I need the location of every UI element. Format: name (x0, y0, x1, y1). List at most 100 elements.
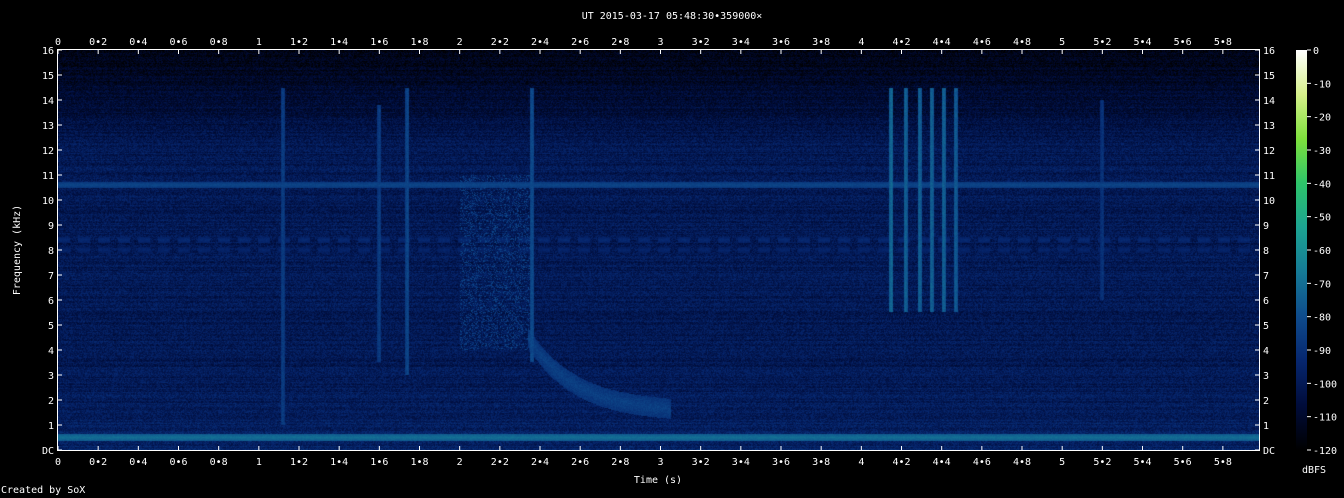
x-tick-label-top: 5 (1059, 37, 1065, 48)
colorbar-gradient (1296, 50, 1307, 450)
colorbar-tick-label: -110 (1313, 413, 1337, 424)
colorbar-ticks: 0 -10 -20 -30 -40 -50 -60 -70 -80 -90 -100 -110 -120 (1307, 46, 1337, 457)
y-tick-label: 1 (48, 421, 54, 432)
y-tick-label-right: 4 (1263, 346, 1269, 357)
y-tick-label: 15 (42, 71, 54, 82)
y-tick-label-right: DC (1263, 446, 1275, 457)
spectrogram-image (58, 50, 1259, 450)
x-tick-label: 1•2 (290, 457, 308, 468)
x-tick-label: 3 (657, 457, 663, 468)
x-tick-label: 4•4 (933, 457, 951, 468)
x-tick-label: 1 (256, 457, 262, 468)
x-tick-label: 1•4 (330, 457, 348, 468)
y-tick-label-right: 9 (1263, 221, 1269, 232)
x-tick-label: 5•6 (1174, 457, 1192, 468)
chart-title: UT 2015-03-17 05:48:30•359000× (582, 11, 763, 22)
colorbar-tick-label: -30 (1313, 146, 1331, 157)
y-tick-label: 9 (48, 221, 54, 232)
x-tick-label: 4•6 (973, 457, 991, 468)
y-tick-label-right: 1 (1263, 421, 1269, 432)
colorbar-tick-label: -70 (1313, 279, 1331, 290)
y-tick-label: 10 (42, 196, 54, 207)
colorbar-tick-label: -120 (1313, 446, 1337, 457)
x-tick-label-top: 0 (55, 37, 61, 48)
x-tick-label-top: 2•4 (531, 37, 549, 48)
x-tick-label-top: 4•4 (933, 37, 951, 48)
x-tick-label-top: 5•2 (1093, 37, 1111, 48)
colorbar-tick-label: -40 (1313, 179, 1331, 190)
y-tick-label-right: 6 (1263, 296, 1269, 307)
y-tick-label-right: 15 (1263, 71, 1275, 82)
x-tick-label: 0 (55, 457, 61, 468)
x-tick-label-top: 4 (858, 37, 864, 48)
x-tick-label-top: 2•8 (611, 37, 629, 48)
x-tick-label: 3•8 (812, 457, 830, 468)
x-tick-label: 3•2 (692, 457, 710, 468)
colorbar-tick-label: -20 (1313, 113, 1331, 124)
y-tick-label: 14 (42, 96, 54, 107)
x-tick-label: 5•2 (1093, 457, 1111, 468)
x-tick-label-top: 3•4 (732, 37, 750, 48)
x-tick-label: 1•8 (410, 457, 428, 468)
x-tick-label-top: 3•6 (772, 37, 790, 48)
y-tick-label: 7 (48, 271, 54, 282)
x-tick-label-top: 0•6 (169, 37, 187, 48)
colorbar-unit: dBFS (1302, 465, 1326, 476)
x-tick-label-top: 1•4 (330, 37, 348, 48)
x-tick-label: 0•4 (129, 457, 147, 468)
x-tick-label: 3•4 (732, 457, 750, 468)
y-tick-label: 2 (48, 396, 54, 407)
x-tick-label-top: 0•8 (210, 37, 228, 48)
y-tick-label: 3 (48, 371, 54, 382)
y-tick-label-right: 3 (1263, 371, 1269, 382)
y-axis-label: Frequency (kHz) (12, 205, 23, 295)
x-tick-label: 4 (858, 457, 864, 468)
sox-credit: Created by SoX (1, 485, 86, 496)
x-tick-label-top: 2•2 (491, 37, 509, 48)
colorbar-tick-label: -50 (1313, 213, 1331, 224)
x-tick-label-top: 3 (657, 37, 663, 48)
colorbar-tick-label: -10 (1313, 79, 1331, 90)
x-tick-label-top: 5•8 (1214, 37, 1232, 48)
x-tick-label: 4•2 (892, 457, 910, 468)
y-tick-label-right: 2 (1263, 396, 1269, 407)
y-tick-label-right: 5 (1263, 321, 1269, 332)
x-tick-label-top: 0•2 (89, 37, 107, 48)
y-tick-label: DC (42, 446, 54, 457)
x-tick-label: 4•8 (1013, 457, 1031, 468)
y-tick-label: 6 (48, 296, 54, 307)
x-tick-label: 0•6 (169, 457, 187, 468)
colorbar-tick-label: -60 (1313, 246, 1331, 257)
x-tick-label: 5 (1059, 457, 1065, 468)
x-tick-label-top: 5•4 (1133, 37, 1151, 48)
y-tick-label-right: 10 (1263, 196, 1275, 207)
x-tick-label: 2•4 (531, 457, 549, 468)
x-tick-label: 3•6 (772, 457, 790, 468)
x-tick-label-top: 0•4 (129, 37, 147, 48)
x-tick-label: 0•2 (89, 457, 107, 468)
y-tick-label-right: 12 (1263, 146, 1275, 157)
x-tick-label-top: 4•6 (973, 37, 991, 48)
y-tick-label: 16 (42, 46, 54, 57)
x-tick-label: 2•6 (571, 457, 589, 468)
colorbar-tick-label: 0 (1313, 46, 1319, 57)
x-tick-label-top: 1•2 (290, 37, 308, 48)
x-tick-label: 5•8 (1214, 457, 1232, 468)
x-tick-label: 0•8 (210, 457, 228, 468)
y-tick-label: 12 (42, 146, 54, 157)
y-tick-label: 8 (48, 246, 54, 257)
x-tick-label-top: 3•8 (812, 37, 830, 48)
x-tick-label-top: 1•6 (370, 37, 388, 48)
y-tick-label-right: 11 (1263, 171, 1275, 182)
x-tick-label-top: 3•2 (692, 37, 710, 48)
x-tick-label-top: 4•2 (892, 37, 910, 48)
y-tick-label-right: 14 (1263, 96, 1275, 107)
x-tick-label-top: 5•6 (1174, 37, 1192, 48)
colorbar-tick-label: -90 (1313, 346, 1331, 357)
x-tick-label-top: 1 (256, 37, 262, 48)
x-tick-label-top: 1•8 (410, 37, 428, 48)
x-axis-label: Time (s) (634, 475, 682, 484)
x-tick-label: 2 (457, 457, 463, 468)
spectrogram-chart: UT 2015-03-17 05:48:30•359000× 0 0 0•2 0•2 0… (12, 11, 1337, 484)
x-tick-label-top: 4•8 (1013, 37, 1031, 48)
